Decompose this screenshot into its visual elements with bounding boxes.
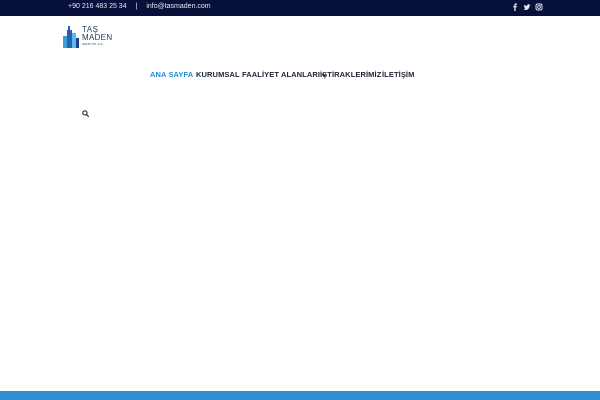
contact-info: +90 216 483 25 34 | info@tasmaden.com xyxy=(68,3,211,10)
nav-item-iletisim[interactable]: İLETİŞİM xyxy=(382,70,414,79)
logo-buildings-icon xyxy=(63,26,79,48)
footer-accent-bar xyxy=(0,391,600,400)
site-logo[interactable]: TAŞ MADEN GRUP ŞTİ. A.Ş. xyxy=(62,26,118,48)
search-icon[interactable] xyxy=(82,110,89,117)
nav-item-istiraklerimiz[interactable]: İŞTİRAKLERİMİZ xyxy=(320,70,381,79)
contact-separator: | xyxy=(135,3,138,10)
logo-text-line2: MADEN xyxy=(82,33,113,42)
twitter-icon[interactable] xyxy=(522,2,532,12)
nav-item-faaliyet-label: FAALİYET ALANLARI xyxy=(242,70,321,79)
instagram-icon[interactable] xyxy=(534,2,544,12)
email-link[interactable]: info@tasmaden.com xyxy=(146,3,210,10)
nav-item-kurumsal[interactable]: KURUMSAL xyxy=(196,70,240,79)
nav-item-ana-sayfa[interactable]: ANA SAYFA xyxy=(150,70,193,79)
facebook-icon[interactable] xyxy=(510,2,520,12)
phone-number[interactable]: +90 216 483 25 34 xyxy=(68,3,127,10)
nav-item-faaliyet-alanlari[interactable]: FAALİYET ALANLARI xyxy=(242,70,327,79)
logo-text-line3: GRUP ŞTİ. A.Ş. xyxy=(82,42,104,46)
social-links xyxy=(510,2,544,12)
top-bar: +90 216 483 25 34 | info@tasmaden.com xyxy=(0,0,600,16)
